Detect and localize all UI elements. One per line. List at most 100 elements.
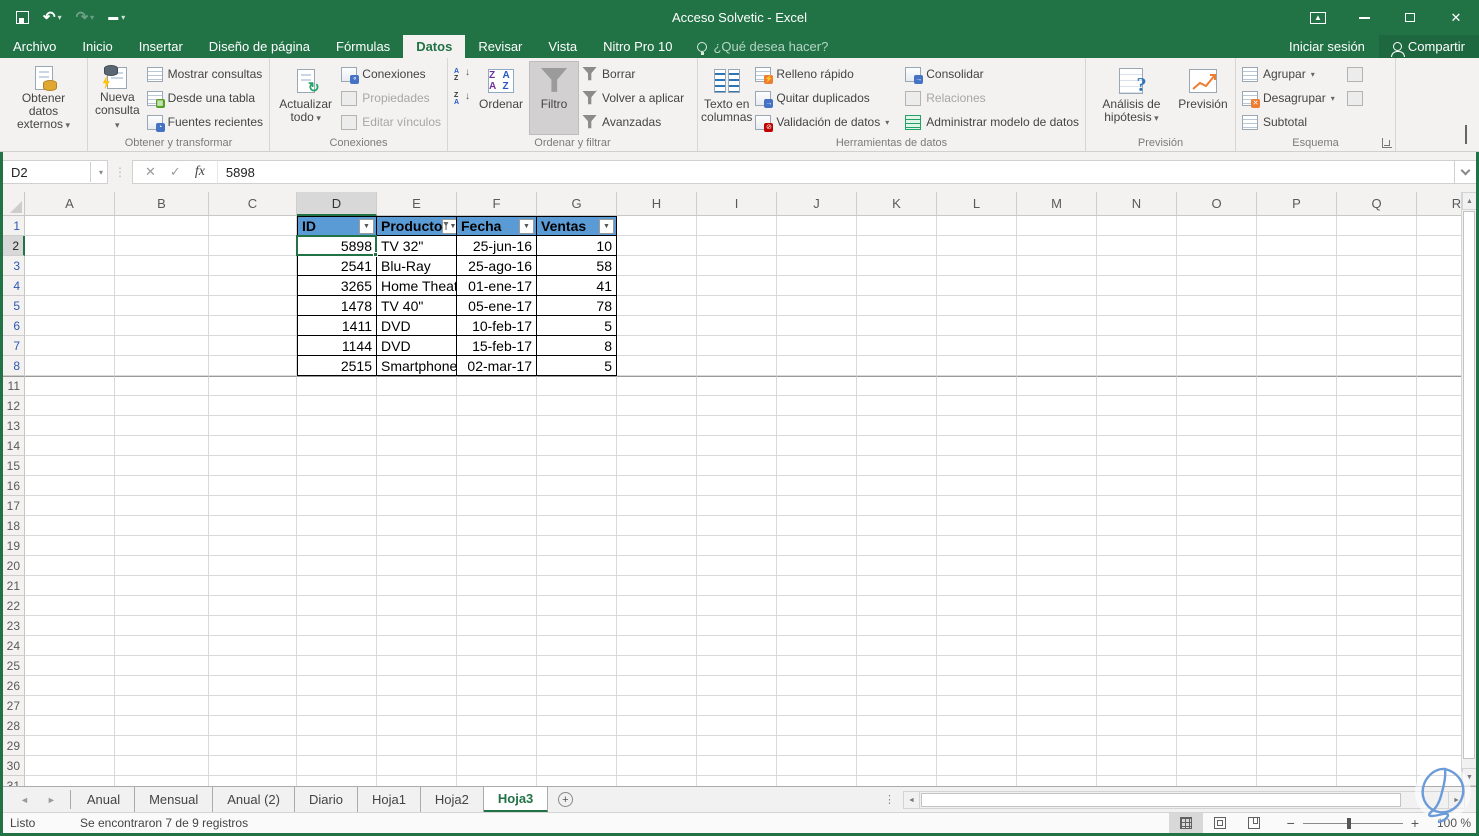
cell-I22[interactable] bbox=[697, 596, 777, 616]
cell-P3[interactable] bbox=[1257, 256, 1337, 276]
cell-B5[interactable] bbox=[115, 296, 209, 316]
cell-R28[interactable] bbox=[1417, 716, 1461, 736]
cell-R31[interactable] bbox=[1417, 776, 1461, 786]
cell-N7[interactable] bbox=[1097, 336, 1177, 356]
cell-B11[interactable] bbox=[115, 376, 209, 396]
cell-C20[interactable] bbox=[209, 556, 297, 576]
cell-O21[interactable] bbox=[1177, 576, 1257, 596]
cell-J16[interactable] bbox=[777, 476, 857, 496]
cell-R14[interactable] bbox=[1417, 436, 1461, 456]
column-header-I[interactable]: I bbox=[697, 192, 777, 216]
share-button[interactable]: Compartir bbox=[1378, 35, 1479, 58]
cell-R20[interactable] bbox=[1417, 556, 1461, 576]
cell-D28[interactable] bbox=[297, 716, 377, 736]
cell-R22[interactable] bbox=[1417, 596, 1461, 616]
dropdown-caret-icon[interactable]: ▾ bbox=[885, 118, 889, 127]
cell-Q25[interactable] bbox=[1337, 656, 1417, 676]
cell-J23[interactable] bbox=[777, 616, 857, 636]
cell-Q5[interactable] bbox=[1337, 296, 1417, 316]
previous-sheet-button[interactable]: ◄ bbox=[20, 795, 29, 805]
cell-N29[interactable] bbox=[1097, 736, 1177, 756]
cell-P1[interactable] bbox=[1257, 216, 1337, 236]
cell-B4[interactable] bbox=[115, 276, 209, 296]
cell-P15[interactable] bbox=[1257, 456, 1337, 476]
cell-N21[interactable] bbox=[1097, 576, 1177, 596]
cell-F12[interactable] bbox=[457, 396, 537, 416]
cell-P19[interactable] bbox=[1257, 536, 1337, 556]
cell-L2[interactable] bbox=[937, 236, 1017, 256]
cell-J20[interactable] bbox=[777, 556, 857, 576]
cell-R24[interactable] bbox=[1417, 636, 1461, 656]
cell-J24[interactable] bbox=[777, 636, 857, 656]
cell-N22[interactable] bbox=[1097, 596, 1177, 616]
cell-P14[interactable] bbox=[1257, 436, 1337, 456]
ribbon-display-options-button[interactable]: ▲ bbox=[1295, 0, 1341, 35]
cell-I23[interactable] bbox=[697, 616, 777, 636]
cell-Q17[interactable] bbox=[1337, 496, 1417, 516]
cell-A12[interactable] bbox=[25, 396, 115, 416]
cell-Q29[interactable] bbox=[1337, 736, 1417, 756]
cell-G7[interactable]: 8 bbox=[537, 336, 617, 356]
cell-G23[interactable] bbox=[537, 616, 617, 636]
cell-B3[interactable] bbox=[115, 256, 209, 276]
cell-H15[interactable] bbox=[617, 456, 697, 476]
cell-O31[interactable] bbox=[1177, 776, 1257, 786]
cell-F18[interactable] bbox=[457, 516, 537, 536]
cell-D1[interactable]: ID ▼ bbox=[297, 216, 377, 236]
cell-G13[interactable] bbox=[537, 416, 617, 436]
cell-H7[interactable] bbox=[617, 336, 697, 356]
cell-N3[interactable] bbox=[1097, 256, 1177, 276]
cell-C25[interactable] bbox=[209, 656, 297, 676]
cell-B2[interactable] bbox=[115, 236, 209, 256]
cell-P26[interactable] bbox=[1257, 676, 1337, 696]
cell-L14[interactable] bbox=[937, 436, 1017, 456]
cell-O11[interactable] bbox=[1177, 376, 1257, 396]
cell-N14[interactable] bbox=[1097, 436, 1177, 456]
tab-formulas[interactable]: Fórmulas bbox=[323, 35, 403, 58]
cell-F30[interactable] bbox=[457, 756, 537, 776]
cell-A25[interactable] bbox=[25, 656, 115, 676]
cell-A31[interactable] bbox=[25, 776, 115, 786]
cell-H27[interactable] bbox=[617, 696, 697, 716]
cell-C29[interactable] bbox=[209, 736, 297, 756]
horizontal-scrollbar[interactable]: ◄ ► bbox=[903, 791, 1465, 809]
cell-Q23[interactable] bbox=[1337, 616, 1417, 636]
cell-P20[interactable] bbox=[1257, 556, 1337, 576]
cell-D27[interactable] bbox=[297, 696, 377, 716]
avanzadas-button[interactable]: Avanzadas bbox=[579, 111, 687, 133]
cell-E20[interactable] bbox=[377, 556, 457, 576]
cell-M16[interactable] bbox=[1017, 476, 1097, 496]
cell-D29[interactable] bbox=[297, 736, 377, 756]
cell-M13[interactable] bbox=[1017, 416, 1097, 436]
cell-C19[interactable] bbox=[209, 536, 297, 556]
cell-L16[interactable] bbox=[937, 476, 1017, 496]
cell-R1[interactable] bbox=[1417, 216, 1461, 236]
cell-G21[interactable] bbox=[537, 576, 617, 596]
cell-F4[interactable]: 01-ene-17 bbox=[457, 276, 537, 296]
cell-B23[interactable] bbox=[115, 616, 209, 636]
cell-K11[interactable] bbox=[857, 376, 937, 396]
cell-M31[interactable] bbox=[1017, 776, 1097, 786]
desagrupar-button[interactable]: ✕ Desagrupar ▾ bbox=[1239, 87, 1338, 109]
cell-G28[interactable] bbox=[537, 716, 617, 736]
cell-C7[interactable] bbox=[209, 336, 297, 356]
cell-E5[interactable]: TV 40" bbox=[377, 296, 457, 316]
cell-L5[interactable] bbox=[937, 296, 1017, 316]
cell-R27[interactable] bbox=[1417, 696, 1461, 716]
tab-datos[interactable]: Datos bbox=[403, 35, 466, 58]
horizontal-scroll-thumb[interactable] bbox=[921, 793, 1401, 807]
cell-K28[interactable] bbox=[857, 716, 937, 736]
zoom-slider[interactable] bbox=[1302, 817, 1403, 829]
cell-E3[interactable]: Blu-Ray bbox=[377, 256, 457, 276]
cell-J13[interactable] bbox=[777, 416, 857, 436]
cell-R4[interactable] bbox=[1417, 276, 1461, 296]
cell-Q16[interactable] bbox=[1337, 476, 1417, 496]
cell-J11[interactable] bbox=[777, 376, 857, 396]
cell-N23[interactable] bbox=[1097, 616, 1177, 636]
cell-F14[interactable] bbox=[457, 436, 537, 456]
confirm-entry-icon[interactable]: ✓ bbox=[170, 164, 181, 180]
cell-B16[interactable] bbox=[115, 476, 209, 496]
cell-B31[interactable] bbox=[115, 776, 209, 786]
cell-N11[interactable] bbox=[1097, 376, 1177, 396]
cell-M29[interactable] bbox=[1017, 736, 1097, 756]
